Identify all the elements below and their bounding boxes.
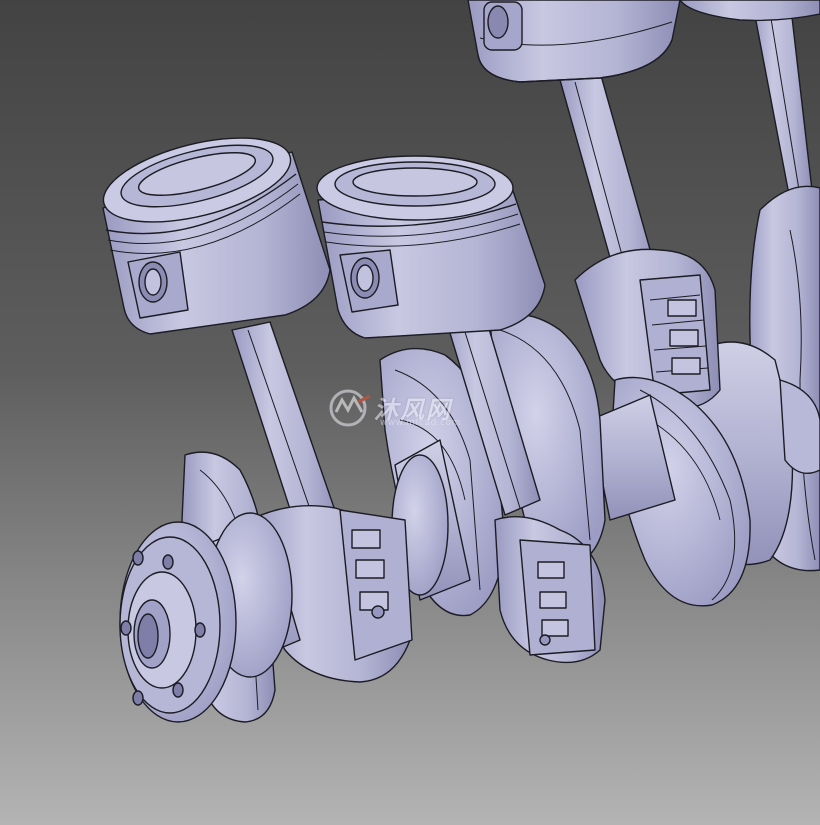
cad-viewport[interactable]: 沐风网 www.mfcad.com [0, 0, 820, 825]
crankshaft-assembly-render [0, 0, 820, 825]
flywheel-flange [119, 521, 237, 723]
